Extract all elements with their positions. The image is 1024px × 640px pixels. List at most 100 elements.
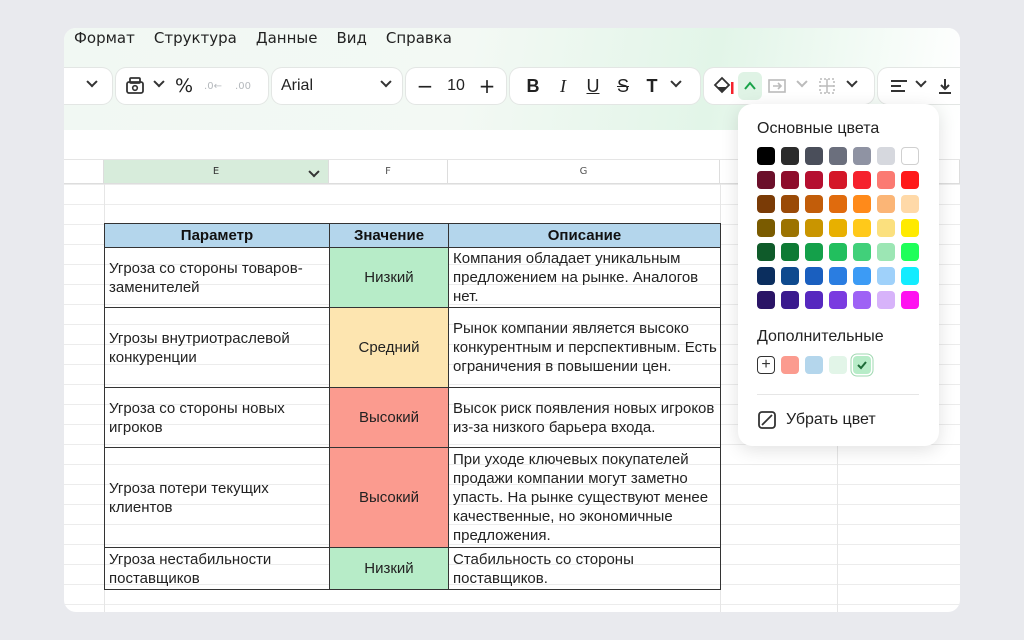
text-type-button[interactable]: T: [638, 68, 666, 104]
color-swatch[interactable]: [877, 147, 895, 165]
chevron-down-icon[interactable]: [792, 68, 812, 104]
chevron-down-icon[interactable]: [148, 68, 170, 104]
color-swatch[interactable]: [757, 195, 775, 213]
increase-decimal-icon[interactable]: .00: [228, 68, 258, 104]
value-cell[interactable]: Низкий: [329, 547, 449, 590]
desc-cell[interactable]: Высок риск появления новых игроков из-за…: [448, 387, 721, 448]
desc-cell[interactable]: При уходе ключевых покупателей продажи к…: [448, 447, 721, 548]
borders-icon[interactable]: [812, 68, 842, 104]
chevron-down-icon[interactable]: [842, 68, 862, 104]
color-swatch[interactable]: [781, 195, 799, 213]
color-swatch[interactable]: [781, 171, 799, 189]
menu-format[interactable]: Формат: [74, 28, 135, 50]
currency-icon[interactable]: [122, 68, 148, 104]
color-swatch[interactable]: [757, 219, 775, 237]
italic-button[interactable]: I: [548, 68, 578, 104]
color-swatch[interactable]: [781, 267, 799, 285]
color-swatch[interactable]: [829, 195, 847, 213]
color-swatch[interactable]: [805, 291, 823, 309]
color-swatch[interactable]: [805, 243, 823, 261]
color-swatch[interactable]: [781, 219, 799, 237]
color-swatch[interactable]: [781, 147, 799, 165]
color-swatch[interactable]: [757, 147, 775, 165]
column-header-e[interactable]: E: [104, 160, 329, 184]
font-select[interactable]: Arial: [272, 68, 402, 104]
color-swatch[interactable]: [901, 147, 919, 165]
value-cell[interactable]: Средний: [329, 307, 449, 388]
color-swatch[interactable]: [877, 267, 895, 285]
desc-cell[interactable]: Рынок компании является высоко конкурент…: [448, 307, 721, 388]
align-left-icon[interactable]: [886, 68, 912, 104]
header-cell[interactable]: Значение: [329, 223, 449, 248]
remove-color-button[interactable]: Убрать цвет: [758, 411, 876, 429]
color-swatch[interactable]: [901, 219, 919, 237]
color-swatch[interactable]: [901, 267, 919, 285]
menu-help[interactable]: Справка: [386, 28, 452, 50]
color-swatch[interactable]: [757, 291, 775, 309]
value-cell[interactable]: Высокий: [329, 387, 449, 448]
param-cell[interactable]: Угроза со стороны новых игроков: [104, 387, 330, 448]
decrease-decimal-icon[interactable]: .0←: [198, 68, 228, 104]
color-swatch[interactable]: [901, 291, 919, 309]
header-cell[interactable]: Описание: [448, 223, 721, 248]
param-cell[interactable]: Угроза со стороны товаров-заменителей: [104, 247, 330, 308]
extra-color-swatch[interactable]: [853, 356, 871, 374]
color-swatch[interactable]: [853, 267, 871, 285]
param-cell[interactable]: Угрозы внутриотраслевой конкуренции: [104, 307, 330, 388]
color-swatch[interactable]: [829, 219, 847, 237]
color-swatch[interactable]: [853, 195, 871, 213]
desc-cell[interactable]: Стабильность со стороны поставщиков.: [448, 547, 721, 590]
chevron-down-icon[interactable]: [912, 68, 930, 104]
extra-color-swatch[interactable]: [829, 356, 847, 374]
chevron-up-icon[interactable]: [738, 72, 762, 100]
underline-button[interactable]: U: [578, 68, 608, 104]
color-swatch[interactable]: [805, 267, 823, 285]
color-swatch[interactable]: [805, 171, 823, 189]
color-swatch[interactable]: [853, 171, 871, 189]
color-swatch[interactable]: [853, 219, 871, 237]
color-swatch[interactable]: [829, 243, 847, 261]
param-cell[interactable]: Угроза потери текущих клиентов: [104, 447, 330, 548]
bold-button[interactable]: B: [518, 68, 548, 104]
color-swatch[interactable]: [853, 291, 871, 309]
increase-size-button[interactable]: +: [474, 68, 500, 104]
color-swatch[interactable]: [757, 267, 775, 285]
color-swatch[interactable]: [829, 147, 847, 165]
extra-color-swatch[interactable]: [781, 356, 799, 374]
color-swatch[interactable]: [877, 195, 895, 213]
color-swatch[interactable]: [901, 243, 919, 261]
menu-view[interactable]: Вид: [336, 28, 366, 50]
color-swatch[interactable]: [781, 291, 799, 309]
column-header-g[interactable]: G: [448, 160, 720, 184]
percent-button[interactable]: %: [170, 68, 198, 104]
value-cell[interactable]: Низкий: [329, 247, 449, 308]
column-header-f[interactable]: F: [329, 160, 448, 184]
align-bottom-icon[interactable]: [930, 68, 960, 104]
color-swatch[interactable]: [805, 219, 823, 237]
merge-cells-icon[interactable]: [762, 68, 792, 104]
chevron-down-icon[interactable]: [86, 68, 98, 104]
color-swatch[interactable]: [877, 291, 895, 309]
header-cell[interactable]: Параметр: [104, 223, 330, 248]
value-cell[interactable]: Высокий: [329, 447, 449, 548]
menu-structure[interactable]: Структура: [154, 28, 237, 50]
color-swatch[interactable]: [853, 243, 871, 261]
menu-data[interactable]: Данные: [256, 28, 318, 50]
desc-cell[interactable]: Компания обладает уникальным предложение…: [448, 247, 721, 308]
strikethrough-button[interactable]: S: [608, 68, 638, 104]
color-swatch[interactable]: [757, 243, 775, 261]
color-swatch[interactable]: [877, 219, 895, 237]
color-swatch[interactable]: [877, 171, 895, 189]
add-color-button[interactable]: +: [757, 356, 775, 374]
extra-color-swatch[interactable]: [805, 356, 823, 374]
color-swatch[interactable]: [901, 171, 919, 189]
color-swatch[interactable]: [805, 147, 823, 165]
column-header-d[interactable]: [64, 160, 104, 184]
color-swatch[interactable]: [829, 171, 847, 189]
color-swatch[interactable]: [829, 267, 847, 285]
color-swatch[interactable]: [877, 243, 895, 261]
color-swatch[interactable]: [781, 243, 799, 261]
decrease-size-button[interactable]: −: [412, 68, 438, 104]
color-swatch[interactable]: [901, 195, 919, 213]
color-swatch[interactable]: [829, 291, 847, 309]
